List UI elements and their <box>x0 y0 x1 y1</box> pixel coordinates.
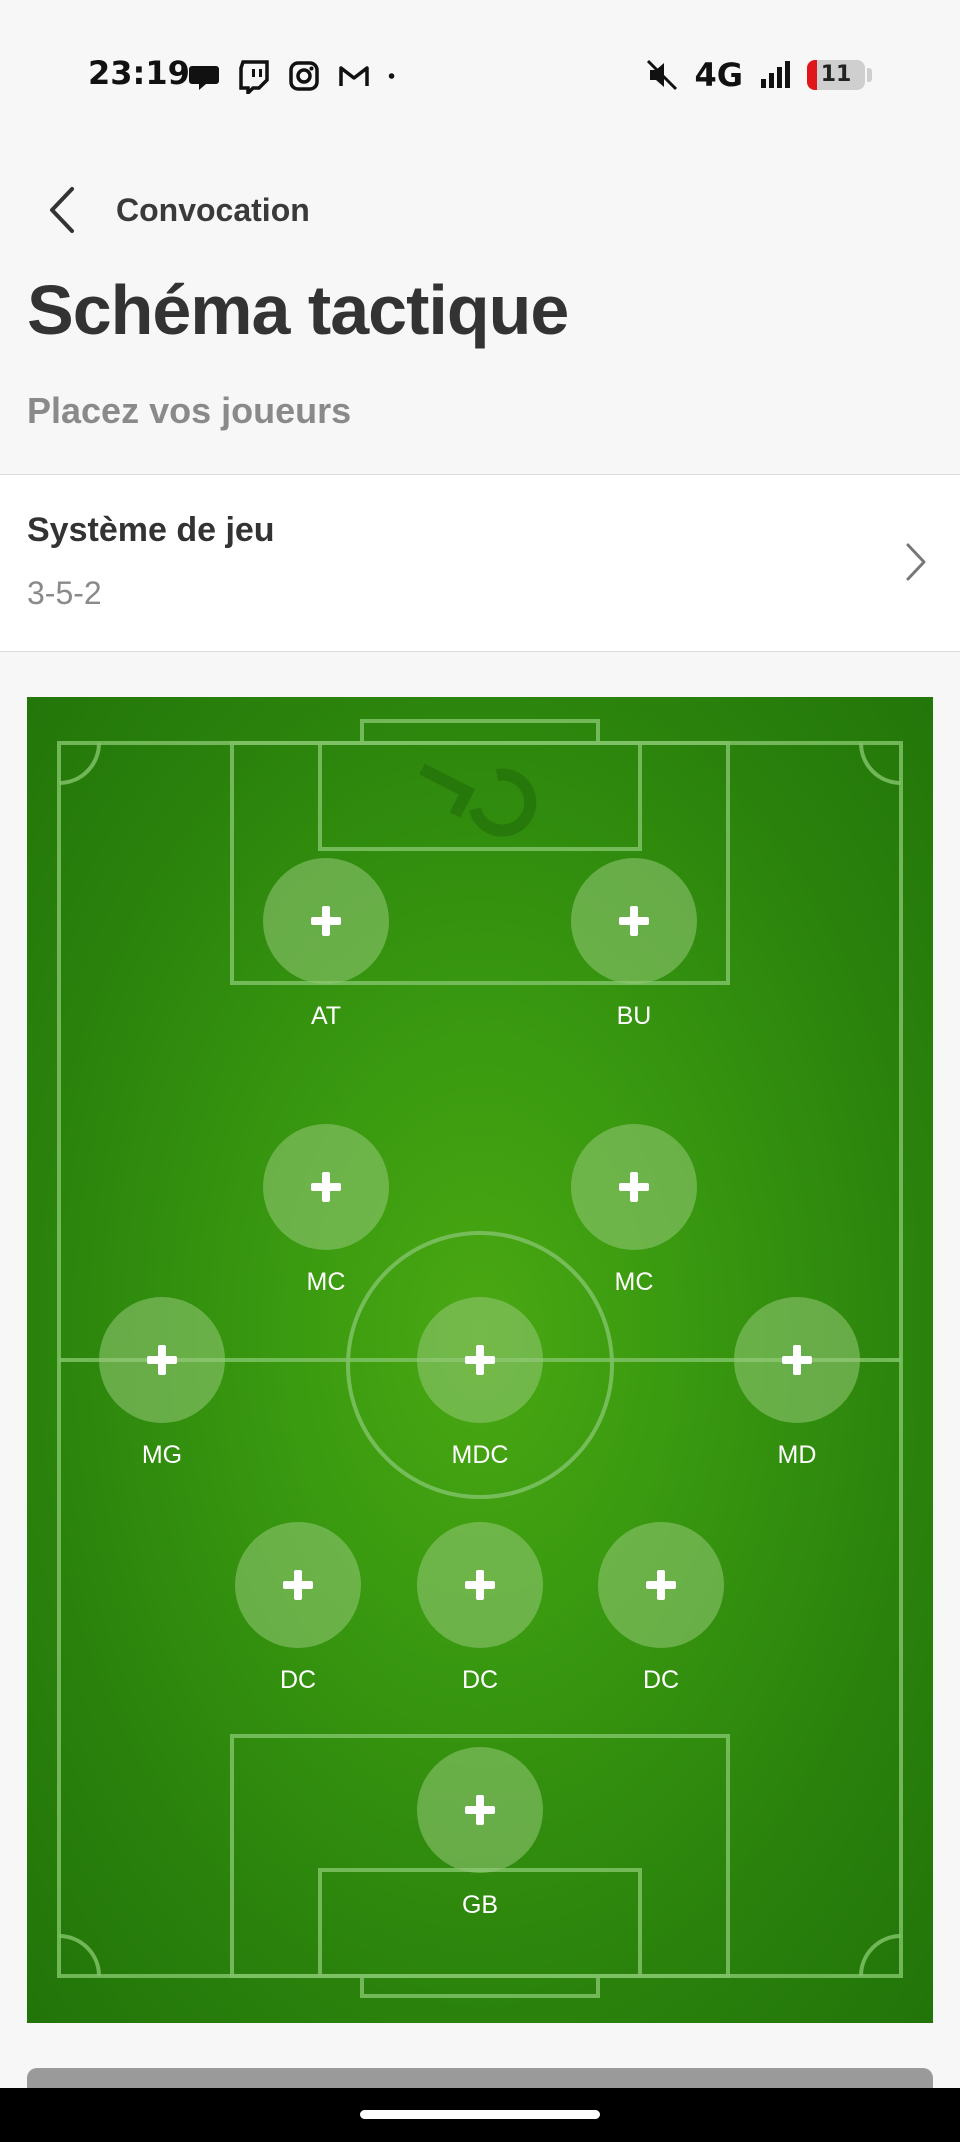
add-player-button[interactable] <box>263 858 389 984</box>
add-player-button[interactable] <box>571 858 697 984</box>
player-slot-mg[interactable]: MG <box>99 1297 225 1470</box>
status-time: 23:19 <box>88 54 190 92</box>
position-label: MC <box>614 1268 654 1296</box>
plus-icon <box>147 1345 177 1375</box>
top-goal-area <box>318 741 642 851</box>
plus-icon <box>782 1345 812 1375</box>
corner-arc-bottom-right <box>859 1934 902 1977</box>
plus-icon <box>465 1570 495 1600</box>
corner-arc-bottom-left <box>58 1934 101 1977</box>
position-label: MD <box>777 1441 817 1469</box>
gmail-icon <box>339 66 369 86</box>
battery-icon: 11 <box>807 60 865 90</box>
position-label: GB <box>461 1891 499 1919</box>
plus-icon <box>283 1570 313 1600</box>
player-slot-dc-right[interactable]: DC <box>598 1522 724 1695</box>
player-slot-bu[interactable]: BU <box>571 858 697 1031</box>
position-label: MC <box>306 1268 346 1296</box>
position-label: MDC <box>451 1441 509 1469</box>
bottom-goal <box>360 1974 600 1998</box>
add-player-button[interactable] <box>417 1747 543 1873</box>
battery-level: 11 <box>820 62 852 87</box>
position-label: AT <box>310 1002 342 1030</box>
add-player-button[interactable] <box>99 1297 225 1423</box>
football-pitch: AT BU MC MC MG MDC MD DC DC DC GB <box>27 697 933 2023</box>
dot-icon <box>388 73 395 79</box>
player-slot-at[interactable]: AT <box>263 858 389 1031</box>
player-slot-dc-left[interactable]: DC <box>235 1522 361 1695</box>
add-player-button[interactable] <box>598 1522 724 1648</box>
home-indicator[interactable] <box>360 2110 600 2119</box>
plus-icon <box>311 1172 341 1202</box>
position-label: DC <box>642 1666 680 1694</box>
game-system-label: Système de jeu <box>27 511 275 549</box>
game-system-value: 3-5-2 <box>27 575 102 611</box>
add-player-button[interactable] <box>417 1522 543 1648</box>
player-slot-mdc[interactable]: MDC <box>417 1297 543 1470</box>
page-subtitle: Placez vos joueurs <box>27 390 352 431</box>
corner-arc-top-left <box>58 742 101 785</box>
player-slot-md[interactable]: MD <box>734 1297 860 1470</box>
network-type: 4G <box>694 56 743 94</box>
plus-icon <box>465 1795 495 1825</box>
game-system-selector[interactable]: Système de jeu 3-5-2 <box>0 474 960 652</box>
player-slot-gb[interactable]: GB <box>417 1747 543 1920</box>
add-player-button[interactable] <box>235 1522 361 1648</box>
battery-tip <box>867 68 872 82</box>
plus-icon <box>619 906 649 936</box>
add-player-button[interactable] <box>417 1297 543 1423</box>
player-slot-dc-center[interactable]: DC <box>417 1522 543 1695</box>
position-label: MG <box>141 1441 183 1469</box>
signal-icon <box>761 61 790 88</box>
bottom-action-button-peek[interactable] <box>27 2068 933 2088</box>
add-player-button[interactable] <box>263 1124 389 1250</box>
back-button[interactable] <box>38 182 88 238</box>
status-bar: 23:19 4G 11 <box>0 0 960 150</box>
instagram-icon <box>289 61 319 91</box>
top-goal <box>360 719 600 745</box>
plus-icon <box>646 1570 676 1600</box>
position-label: DC <box>279 1666 317 1694</box>
plus-icon <box>465 1345 495 1375</box>
twitch-icon <box>239 60 269 94</box>
position-label: DC <box>461 1666 499 1694</box>
plus-icon <box>311 906 341 936</box>
player-slot-mc-right[interactable]: MC <box>571 1124 697 1297</box>
page-title: Schéma tactique <box>27 271 569 349</box>
mute-icon <box>647 59 678 91</box>
notification-icons <box>186 58 406 94</box>
position-label: BU <box>616 1002 652 1030</box>
add-player-button[interactable] <box>571 1124 697 1250</box>
player-slot-mc-left[interactable]: MC <box>263 1124 389 1297</box>
chevron-right-icon <box>906 543 926 581</box>
plus-icon <box>619 1172 649 1202</box>
nav-title: Convocation <box>116 192 310 228</box>
system-status-icons: 4G 11 <box>644 56 872 94</box>
corner-arc-top-right <box>859 742 902 785</box>
add-player-button[interactable] <box>734 1297 860 1423</box>
chevron-left-icon <box>50 187 74 233</box>
chat-bubble-icon <box>189 66 219 90</box>
club-logo-watermark <box>419 763 537 837</box>
